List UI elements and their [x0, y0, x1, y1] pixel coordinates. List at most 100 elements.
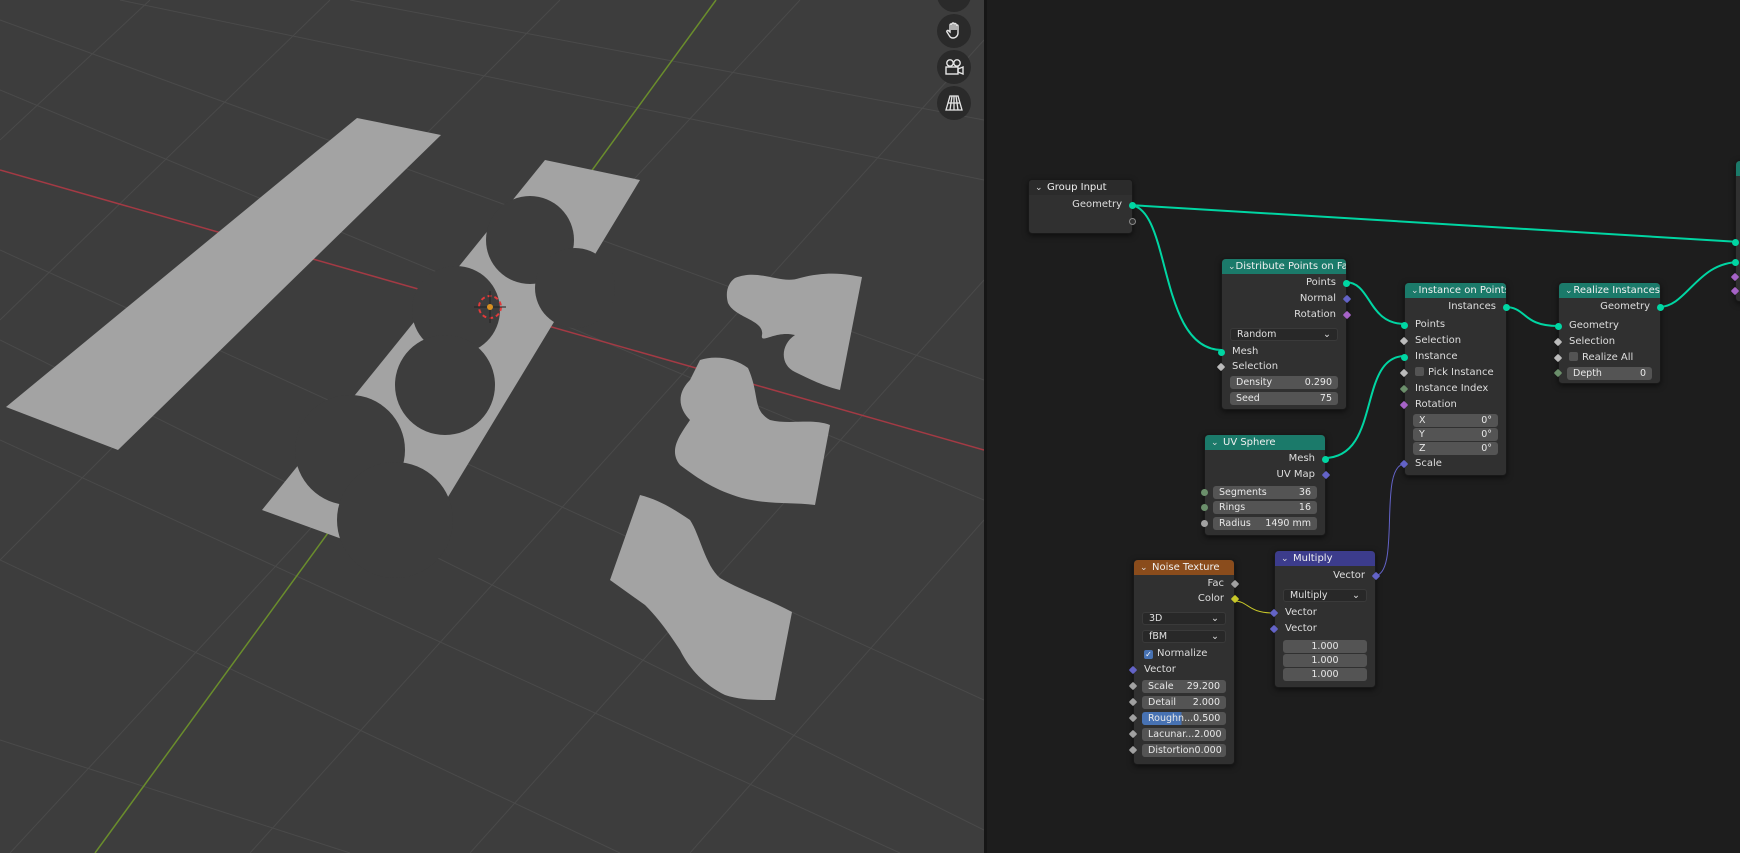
- pan-button[interactable]: [937, 14, 971, 48]
- geometry-socket[interactable]: [1732, 239, 1739, 246]
- realize-instances-node[interactable]: ⌄ Realize Instances Geometry Geometry Sel…: [1553, 282, 1664, 384]
- vector-x-field[interactable]: 1.000: [1283, 640, 1367, 653]
- link-instances: [1504, 306, 1559, 327]
- group-output-node-partial[interactable]: [1730, 160, 1740, 302]
- group-output-header[interactable]: [1736, 161, 1740, 176]
- rings-field[interactable]: Rings 16: [1213, 501, 1317, 514]
- link-color: [1233, 600, 1275, 614]
- vector-input: Vector: [1128, 664, 1234, 678]
- geometry-socket[interactable]: [1555, 323, 1562, 330]
- group-input-header[interactable]: ⌄ Group Input: [1029, 180, 1132, 195]
- depth-field[interactable]: Depth 0: [1567, 367, 1652, 380]
- distribute-points-header[interactable]: ⌄ Distribute Points on Fa...: [1222, 259, 1346, 274]
- color-output: Color: [1134, 593, 1240, 607]
- vector-input-b: Vector: [1269, 623, 1375, 637]
- link-scale: [1373, 463, 1406, 577]
- instance-on-points-header[interactable]: ⌄ Instance on Points: [1405, 283, 1506, 298]
- geometry-node-editor[interactable]: ⌄ Group Input Geometry ⌄ Distribute Points…: [987, 0, 1740, 853]
- noise-texture-node[interactable]: ⌄ Noise Texture Fac Color 3D ⌄ fBM ⌄ ✓ Norma…: [1128, 559, 1240, 765]
- vector-multiply-node[interactable]: ⌄ Multiply Vector Multiply ⌄ Vector Vector…: [1269, 550, 1381, 688]
- link-group-to-output: [1128, 204, 1740, 243]
- selection-input: Selection: [1553, 336, 1660, 350]
- node-links: [1128, 204, 1740, 614]
- multiply-header[interactable]: ⌄ Multiply: [1275, 551, 1375, 566]
- mesh-output: Mesh: [1205, 453, 1329, 467]
- viewport-scene[interactable]: [0, 0, 984, 853]
- selection-input: Selection: [1399, 335, 1506, 349]
- points-input: Points: [1401, 319, 1506, 333]
- geometry-output: Geometry: [1559, 301, 1664, 315]
- zoom-icon: ↗: [949, 0, 959, 2]
- selection-input: Selection: [1216, 361, 1346, 375]
- checkbox-icon[interactable]: [1415, 367, 1424, 376]
- instances-socket[interactable]: [1503, 304, 1510, 311]
- group-input-node[interactable]: ⌄ Group Input Geometry: [1028, 179, 1136, 234]
- vector-output: Vector: [1275, 570, 1381, 584]
- vector-y-field[interactable]: 1.000: [1283, 654, 1367, 667]
- collapse-chevron-icon[interactable]: ⌄: [1565, 286, 1573, 296]
- camera-view-button[interactable]: [937, 50, 971, 84]
- mesh-socket[interactable]: [1322, 456, 1329, 463]
- segments-socket[interactable]: [1201, 489, 1208, 496]
- collapse-chevron-icon[interactable]: ⌄: [1035, 183, 1047, 193]
- noise-dimensions-select[interactable]: 3D ⌄: [1142, 612, 1226, 625]
- 3d-viewport[interactable]: ↗: [0, 0, 984, 853]
- uv-sphere-node[interactable]: ⌄ UV Sphere Mesh UV Map Segments 36 Rings 1…: [1201, 434, 1331, 536]
- collapse-chevron-icon[interactable]: ⌄: [1281, 554, 1293, 564]
- lacunarity-field[interactable]: Lacunar... 2.000: [1142, 728, 1226, 741]
- instance-on-points-node[interactable]: ⌄ Instance on Points Instances Points Sel…: [1399, 282, 1510, 476]
- instance-index-input: Instance Index: [1399, 383, 1506, 397]
- collapse-chevron-icon[interactable]: ⌄: [1411, 286, 1419, 296]
- link-group-to-distribute: [1128, 204, 1223, 351]
- scale-input: Scale: [1399, 458, 1506, 472]
- camera-icon: [945, 59, 964, 76]
- geometry-socket[interactable]: [1129, 202, 1136, 209]
- noise-type-select[interactable]: fBM ⌄: [1142, 630, 1226, 643]
- geometry-socket[interactable]: [1657, 304, 1664, 311]
- mesh-socket[interactable]: [1218, 349, 1225, 356]
- rotation-x-field[interactable]: X 0°: [1413, 414, 1498, 427]
- distortion-field[interactable]: Distortion 0.000: [1142, 744, 1226, 757]
- chevron-down-icon: ⌄: [1211, 613, 1219, 624]
- distribute-points-node[interactable]: ⌄ Distribute Points on Fa... Points Norma…: [1216, 258, 1352, 410]
- perspective-toggle-button[interactable]: [937, 86, 971, 120]
- rotation-y-field[interactable]: Y 0°: [1413, 428, 1498, 441]
- chevron-down-icon: ⌄: [1323, 329, 1331, 340]
- collapse-chevron-icon[interactable]: ⌄: [1140, 563, 1152, 573]
- blob-shape-3[interactable]: [610, 495, 792, 700]
- rings-socket[interactable]: [1201, 504, 1208, 511]
- realize-instances-header[interactable]: ⌄ Realize Instances: [1559, 283, 1660, 298]
- checkbox-checked-icon[interactable]: ✓: [1144, 650, 1153, 659]
- blob-shape-2[interactable]: [674, 357, 830, 505]
- vector-z-field[interactable]: 1.000: [1283, 668, 1367, 681]
- scale-field[interactable]: Scale 29.200: [1142, 680, 1226, 693]
- rotation-input: Rotation: [1399, 399, 1506, 413]
- normalize-toggle[interactable]: ✓ Normalize: [1134, 648, 1234, 662]
- distribute-mode-select[interactable]: Random ⌄: [1230, 328, 1338, 341]
- radius-field[interactable]: Radius 1490 mm: [1213, 517, 1317, 530]
- detail-field[interactable]: Detail 2.000: [1142, 696, 1226, 709]
- uv-map-output: UV Map: [1205, 469, 1331, 483]
- seed-field[interactable]: Seed 75: [1230, 392, 1338, 405]
- radius-socket[interactable]: [1201, 520, 1208, 527]
- segments-field[interactable]: Segments 36: [1213, 486, 1317, 499]
- uv-sphere-header[interactable]: ⌄ UV Sphere: [1205, 435, 1325, 450]
- geometry-output: Geometry: [1029, 199, 1136, 213]
- checkbox-icon[interactable]: [1569, 352, 1578, 361]
- roughness-field[interactable]: Roughn... 0.500: [1142, 712, 1226, 725]
- points-socket[interactable]: [1343, 280, 1350, 287]
- instance-socket[interactable]: [1401, 354, 1408, 361]
- density-field[interactable]: Density 0.290: [1230, 376, 1338, 389]
- points-socket[interactable]: [1401, 322, 1408, 329]
- rotation-z-field[interactable]: Z 0°: [1413, 442, 1498, 455]
- mesh-input: Mesh: [1218, 346, 1346, 360]
- geometry-socket[interactable]: [1732, 259, 1739, 266]
- noise-texture-header[interactable]: ⌄ Noise Texture: [1134, 560, 1234, 575]
- math-operation-select[interactable]: Multiply ⌄: [1283, 589, 1367, 602]
- collapse-chevron-icon[interactable]: ⌄: [1211, 438, 1223, 448]
- pick-instance-toggle[interactable]: Pick Instance: [1399, 367, 1506, 381]
- realize-all-toggle[interactable]: Realize All: [1553, 352, 1660, 366]
- empty-socket[interactable]: [1129, 218, 1136, 225]
- instance-input: Instance: [1401, 351, 1506, 365]
- collapse-chevron-icon[interactable]: ⌄: [1228, 262, 1236, 272]
